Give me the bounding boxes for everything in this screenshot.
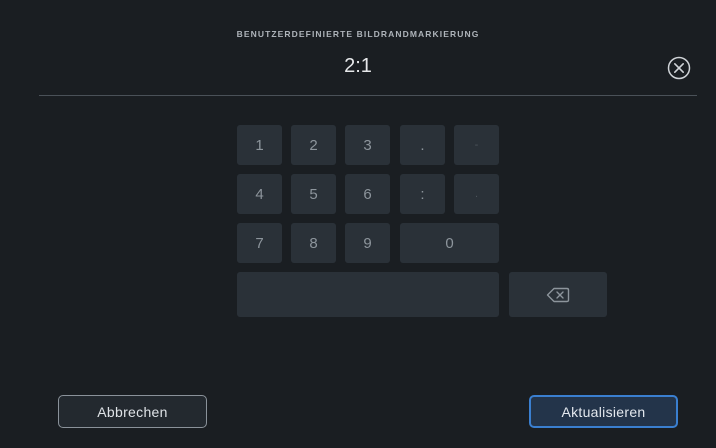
key-9[interactable]: 9 bbox=[345, 223, 390, 263]
key-0[interactable]: 0 bbox=[400, 223, 499, 263]
key-3[interactable]: 3 bbox=[345, 125, 390, 165]
key-8[interactable]: 8 bbox=[291, 223, 336, 263]
key-1[interactable]: 1 bbox=[237, 125, 282, 165]
key-colon[interactable]: : bbox=[400, 174, 445, 214]
key-minus[interactable]: - bbox=[454, 125, 499, 165]
key-6[interactable]: 6 bbox=[345, 174, 390, 214]
header-divider bbox=[39, 95, 697, 96]
space-key[interactable] bbox=[237, 272, 499, 317]
close-circle-icon bbox=[667, 56, 691, 80]
cancel-button[interactable]: Abbrechen bbox=[58, 395, 207, 428]
dialog-title: BENUTZERDEFINIERTE BILDRANDMARKIERUNG bbox=[236, 29, 480, 39]
key-dot[interactable]: . bbox=[400, 125, 445, 165]
key-7[interactable]: 7 bbox=[237, 223, 282, 263]
key-5[interactable]: 5 bbox=[291, 174, 336, 214]
value-display: 2:1 bbox=[344, 55, 372, 77]
close-button[interactable] bbox=[667, 56, 691, 80]
backspace-key[interactable] bbox=[509, 272, 607, 317]
key-4[interactable]: 4 bbox=[237, 174, 282, 214]
key-2[interactable]: 2 bbox=[291, 125, 336, 165]
backspace-icon bbox=[546, 287, 570, 302]
update-button[interactable]: Aktualisieren bbox=[529, 395, 678, 428]
key-dot-secondary[interactable]: . bbox=[454, 174, 499, 214]
custom-frame-guide-dialog: BENUTZERDEFINIERTE BILDRANDMARKIERUNG 2:… bbox=[0, 0, 716, 448]
